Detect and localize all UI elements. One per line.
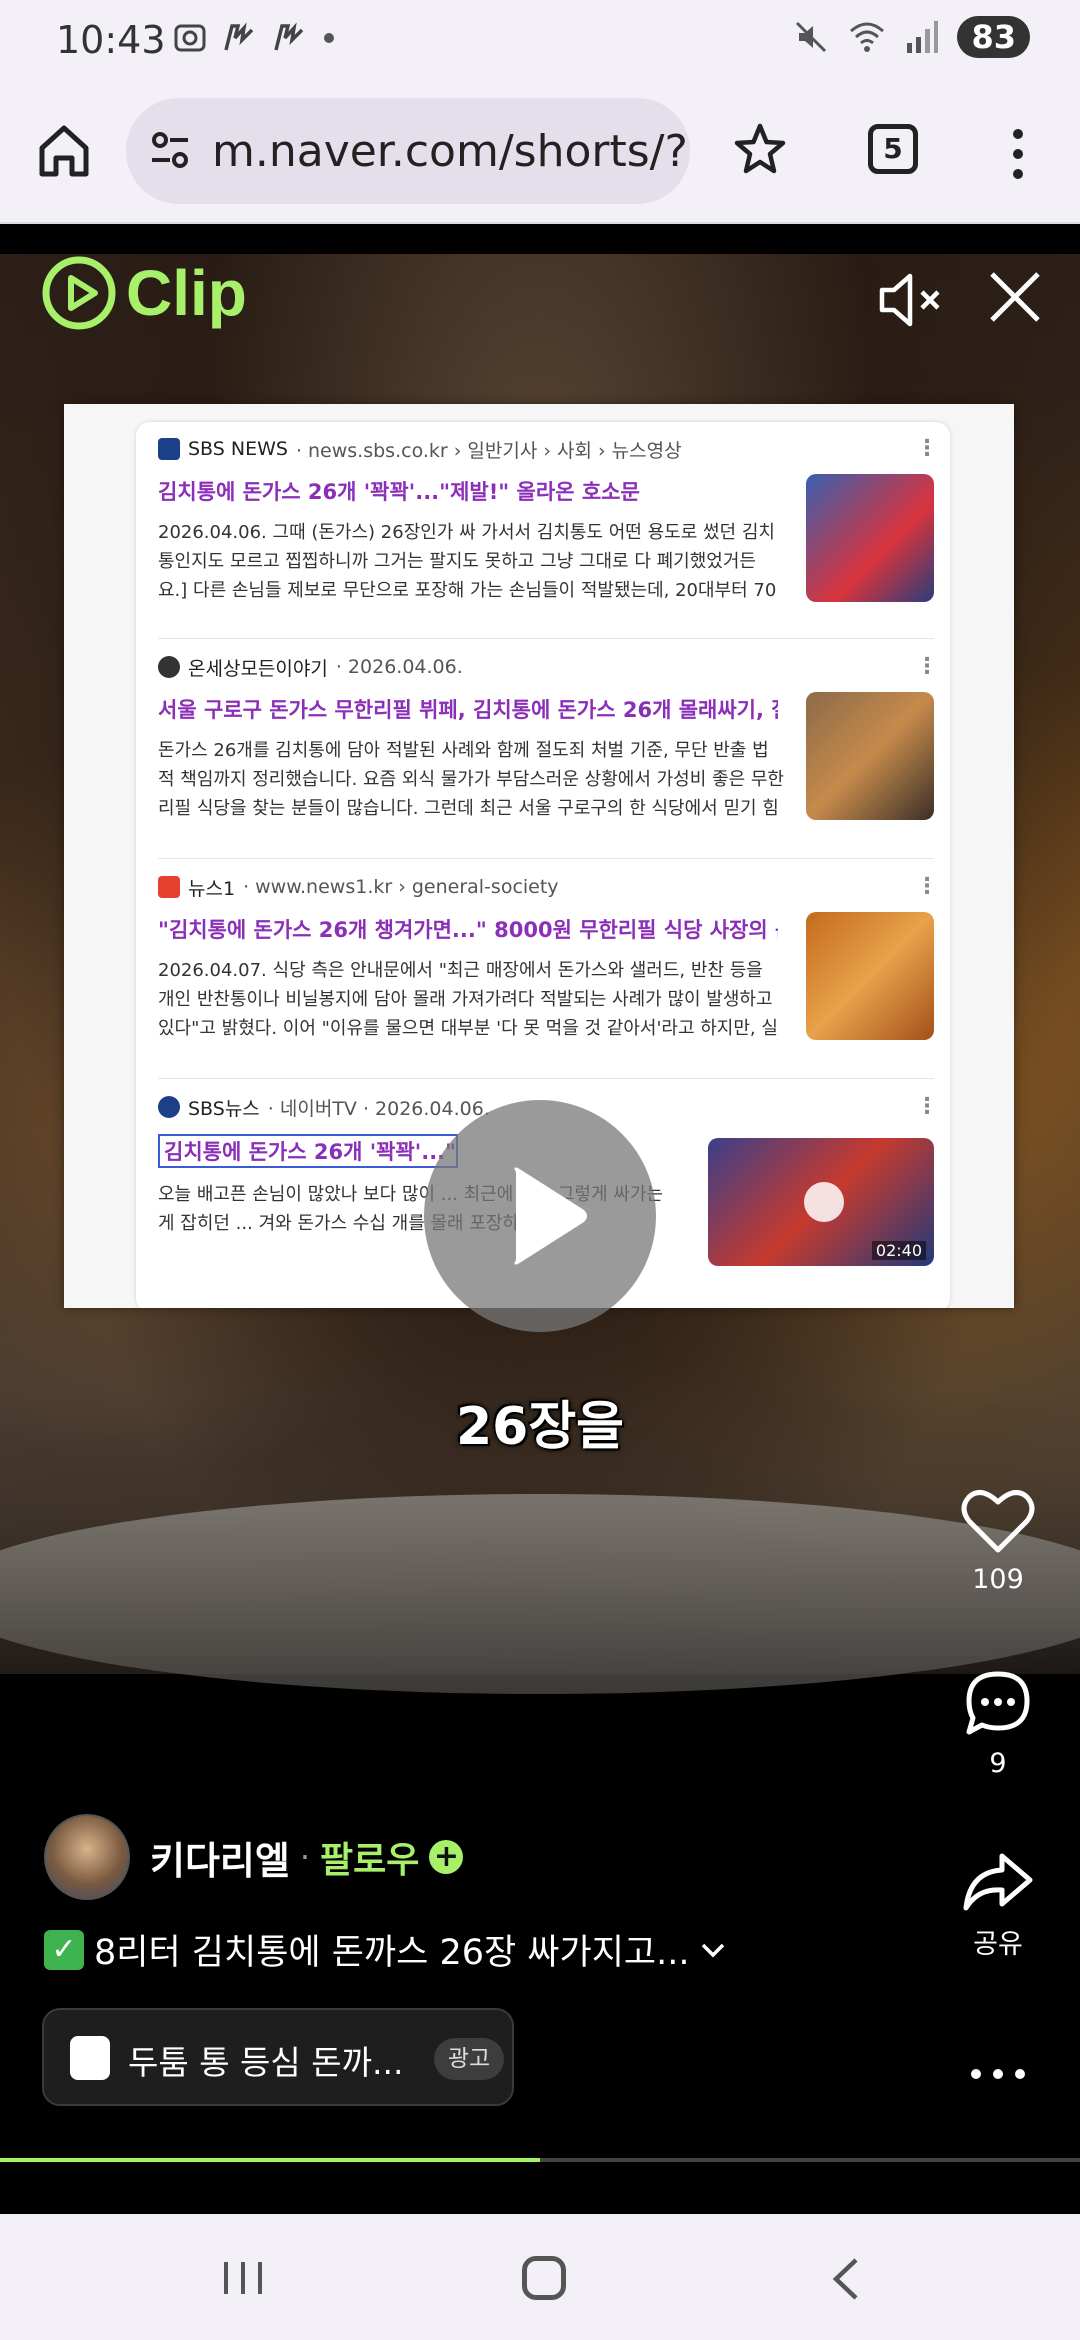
- heart-icon: [961, 1490, 1035, 1553]
- result-snippet: 돈가스 26개를 김치통에 담아 적발된 사례와 함께 절도죄 처벌 기준, 무…: [158, 740, 784, 819]
- comment-count: 9: [989, 1748, 1007, 1779]
- ad-text: 두툼 통 등심 돈까...: [128, 2043, 404, 2082]
- recent-apps-icon[interactable]: [218, 2258, 268, 2298]
- author-separator: ·: [299, 1838, 311, 1876]
- status-left-icons: [172, 20, 336, 56]
- home-icon[interactable]: [34, 120, 94, 180]
- battery-level: 83: [957, 16, 1030, 58]
- result-more-icon: ⋮: [916, 1094, 938, 1119]
- comment-bubble-icon: [966, 1671, 1030, 1735]
- result-source: SBS NEWS · news.sbs.co.kr › 일반기사 › 사회 › …: [158, 436, 938, 462]
- video-progress-fill: [0, 2158, 540, 2162]
- clip-logo: Clip: [40, 254, 247, 332]
- share-button[interactable]: 공유: [948, 1850, 1048, 1961]
- dot-icon: [324, 33, 334, 43]
- like-count: 109: [972, 1564, 1024, 1595]
- more-vertical-icon[interactable]: [1000, 124, 1036, 184]
- play-icon: [804, 1182, 844, 1222]
- address-bar[interactable]: m.naver.com/shorts/?r: [126, 98, 690, 204]
- comment-button[interactable]: 9: [948, 1668, 1048, 1779]
- tab-switcher-button[interactable]: 5: [868, 124, 918, 174]
- video-plate-shape: [0, 1494, 1080, 1694]
- like-button[interactable]: 109: [948, 1488, 1048, 1595]
- play-icon: [514, 1167, 587, 1265]
- result-more-icon: ⋮: [916, 874, 938, 899]
- divider: [158, 638, 934, 639]
- result-snippet: 2026.04.07. 식당 측은 안내문에서 "최근 매장에서 돈가스와 샐러…: [158, 960, 778, 1039]
- wifi-icon: [850, 22, 885, 52]
- video-player[interactable]: Clip SBS NEWS · news.sbs.co.kr › 일반기사 › …: [0, 224, 1080, 2224]
- check-mark-icon: ✓: [44, 1929, 84, 1970]
- divider: [158, 858, 934, 859]
- result-snippet: 2026.04.06. 그때 (돈가스) 26장인가 싸 가서서 김치통도 어떤…: [158, 522, 777, 601]
- more-horizontal-icon[interactable]: [968, 2064, 1028, 2084]
- result-thumbnail: [806, 692, 934, 820]
- video-description[interactable]: ✓ 8리터 김치통에 돈까스 26장 싸가지고...: [44, 1924, 727, 1975]
- result-more-icon: ⋮: [916, 654, 938, 679]
- sbs-favicon-icon: [158, 1096, 180, 1118]
- video-duration: 02:40: [871, 1241, 926, 1260]
- ad-badge: 광고: [434, 2038, 504, 2080]
- status-bar: 10:43 83: [0, 0, 1080, 80]
- screenshot-icon: [174, 24, 206, 52]
- follow-plus-icon[interactable]: +: [429, 1840, 464, 1874]
- result-more-icon: ⋮: [916, 436, 938, 461]
- result-title: 김치통에 돈가스 26개 '꽉꽉'..."제발!" 올라온 호소문: [158, 480, 640, 504]
- bookmark-star-icon[interactable]: [730, 120, 790, 180]
- result-thumbnail: [806, 912, 934, 1040]
- result-title: "김치통에 돈가스 26개 챙겨가면..." 8000원 무한리필 식당 사장의…: [158, 918, 778, 942]
- mute-vibrate-icon: [796, 21, 827, 53]
- search-result: 뉴스1 · www.news1.kr › general-society ⋮ "…: [158, 874, 938, 1044]
- play-button[interactable]: [424, 1100, 656, 1332]
- author-name[interactable]: 키다리엘: [150, 1830, 290, 1885]
- status-right-icons: 83: [793, 16, 1030, 58]
- result-thumbnail: [806, 474, 934, 602]
- browser-toolbar: m.naver.com/shorts/?r 5: [0, 80, 1080, 224]
- url-text: m.naver.com/shorts/?r: [212, 126, 690, 177]
- video-progress-bar[interactable]: [0, 2158, 1080, 2162]
- volume-muted-icon[interactable]: [876, 264, 948, 336]
- site-settings-icon[interactable]: [148, 128, 192, 172]
- clip-logo-text: Clip: [126, 257, 247, 329]
- share-label: 공유: [973, 1929, 1023, 1960]
- result-video-thumbnail: 02:40: [708, 1138, 934, 1266]
- clip-play-logo-icon: [42, 256, 116, 330]
- ad-product-link[interactable]: 두툼 통 등심 돈까... 광고: [42, 2008, 514, 2106]
- back-icon[interactable]: [826, 2254, 866, 2304]
- author-row: 키다리엘 · 팔로우 +: [44, 1814, 464, 1900]
- shopping-bag-icon: [70, 2036, 110, 2080]
- search-result: SBS NEWS · news.sbs.co.kr › 일반기사 › 사회 › …: [158, 436, 938, 606]
- chevron-down-icon[interactable]: [699, 1940, 727, 1960]
- system-nav-bar: [0, 2214, 1080, 2340]
- blog-favicon-icon: [158, 656, 180, 678]
- avatar[interactable]: [44, 1814, 130, 1900]
- search-result: 온세상모든이야기 · 2026.04.06. ⋮ 서울 구로구 돈가스 무한리필…: [158, 654, 938, 824]
- result-title: 서울 구로구 돈가스 무한리필 뷔페, 김치통에 돈가스 26개 몰래싸기, 절…: [158, 698, 778, 722]
- divider: [158, 1078, 934, 1079]
- share-arrow-icon: [963, 1853, 1033, 1911]
- video-subtitle: 26장을: [455, 1397, 625, 1457]
- status-time: 10:43: [56, 18, 166, 62]
- nav-home-icon[interactable]: [522, 2256, 566, 2300]
- bolt-notification-icon: [274, 22, 304, 51]
- follow-button[interactable]: 팔로우: [320, 1831, 419, 1883]
- signal-icon: [907, 21, 939, 53]
- result-source: 뉴스1 · www.news1.kr › general-society ⋮: [158, 874, 938, 900]
- description-text: 8리터 김치통에 돈까스 26장 싸가지고...: [94, 1933, 690, 1973]
- bolt-notification-icon: [224, 22, 254, 51]
- sbs-favicon-icon: [158, 438, 180, 460]
- close-icon[interactable]: [984, 266, 1046, 328]
- news1-favicon-icon: [158, 876, 180, 898]
- result-title: 김치통에 돈가스 26개 '꽉꽉'..."제: [158, 1134, 458, 1168]
- result-source: 온세상모든이야기 · 2026.04.06. ⋮: [158, 654, 938, 680]
